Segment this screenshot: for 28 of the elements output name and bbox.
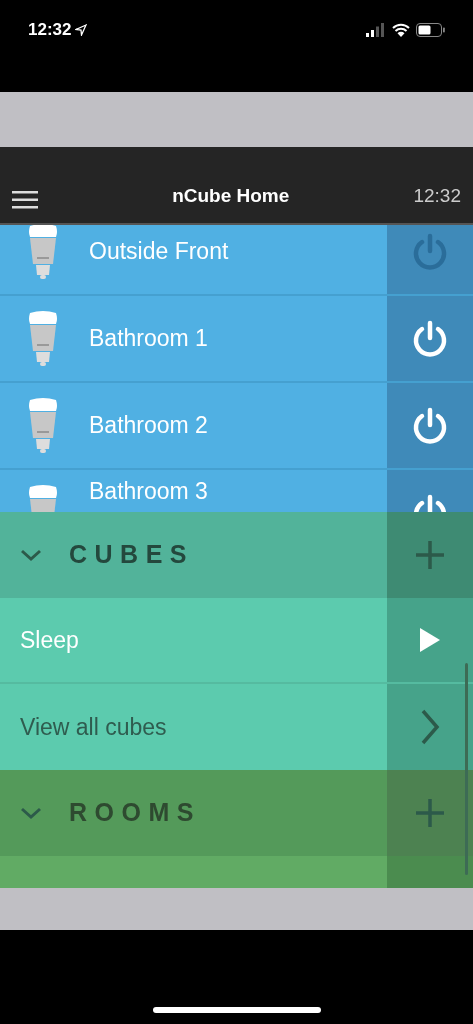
list-item-label[interactable]: Sleep (20, 622, 79, 658)
play-icon[interactable] (420, 628, 440, 652)
chevron-right-icon[interactable] (420, 709, 440, 745)
light-name[interactable]: Bathroom 1 (89, 321, 208, 356)
light-name[interactable]: Bathroom 3 (89, 478, 208, 504)
section-title: ROOMS (69, 797, 201, 829)
room-row[interactable] (0, 856, 473, 888)
add-icon[interactable] (415, 798, 445, 828)
header-clock: 12:32 (413, 183, 461, 208)
status-time: 12:32 (28, 19, 72, 42)
power-icon[interactable] (411, 406, 449, 445)
signal-icon (366, 23, 386, 37)
app-title: nCube Home (171, 183, 290, 208)
chevron-icon[interactable] (20, 548, 42, 562)
wifi-icon (392, 23, 410, 37)
chevron-icon[interactable] (20, 806, 42, 820)
light-bulb-icon (26, 310, 60, 367)
list-item-label[interactable]: View all cubes (20, 709, 167, 745)
menu-icon[interactable] (12, 190, 38, 210)
battery-icon (416, 23, 445, 37)
add-icon[interactable] (415, 540, 445, 570)
light-bulb-icon (26, 225, 60, 280)
light-name[interactable]: Bathroom 2 (89, 408, 208, 443)
section-title: CUBES (69, 539, 194, 571)
light-bulb-icon (26, 397, 60, 454)
location-icon (75, 24, 88, 36)
power-icon[interactable] (411, 319, 449, 358)
light-name[interactable]: Outside Front (89, 234, 229, 269)
